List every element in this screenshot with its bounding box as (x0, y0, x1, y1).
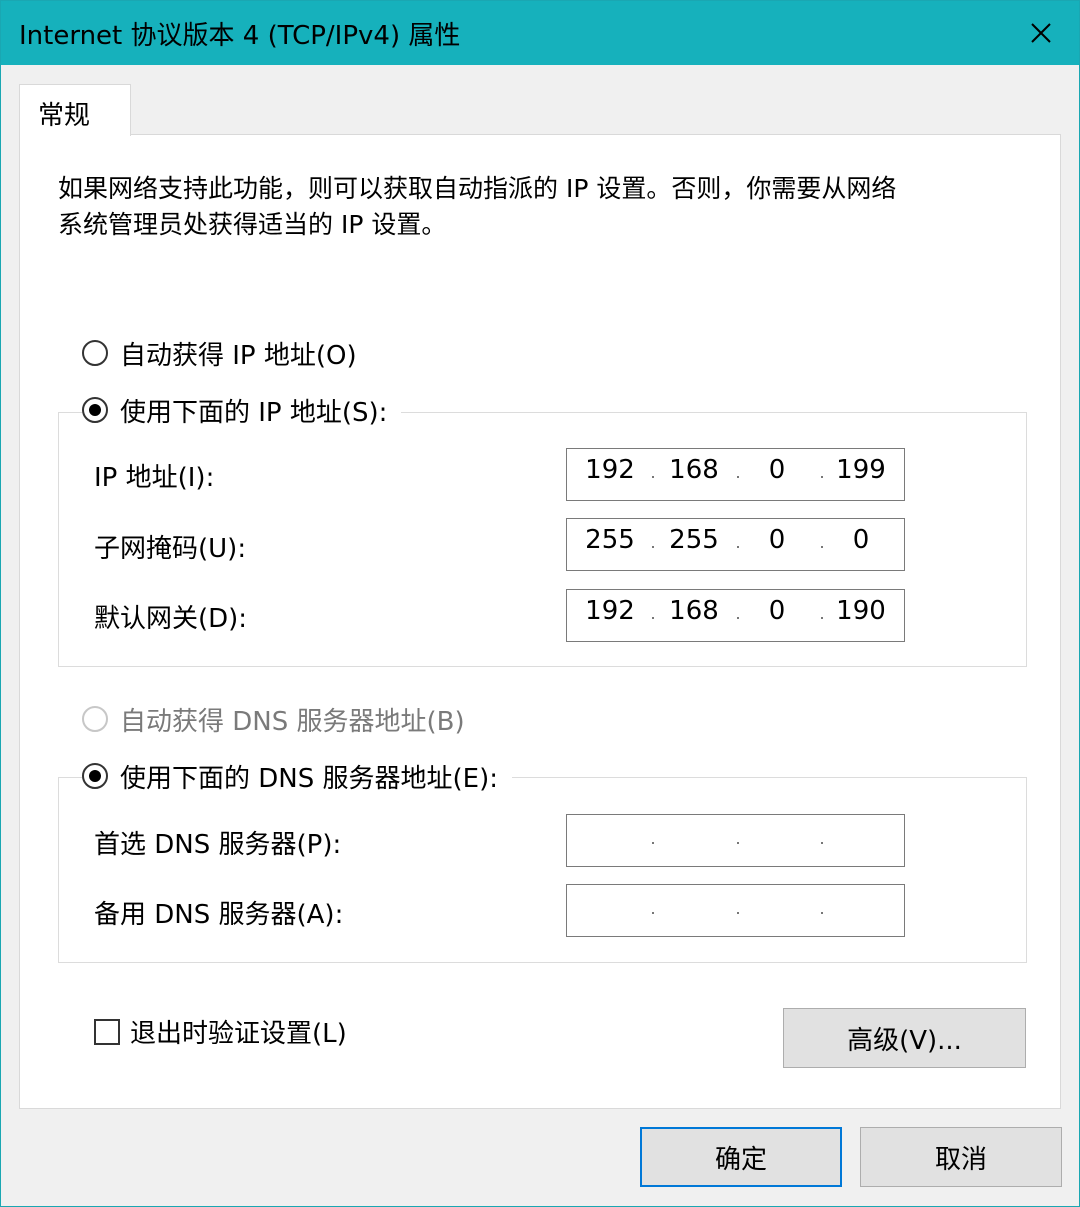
description-line-1: 如果网络支持此功能，则可以获取自动指派的 IP 设置。否则，你需要从网络 (58, 174, 897, 203)
tcpipv4-properties-dialog: Internet 协议版本 4 (TCP/IPv4) 属性 常规 如果网络支持此… (0, 0, 1080, 1207)
tab-general-label: 常规 (38, 101, 91, 131)
title-bar: Internet 协议版本 4 (TCP/IPv4) 属性 (1, 1, 1079, 65)
subnet-mask-field[interactable]: 255 255 0 0 (566, 518, 905, 571)
ip-address-octet-4: 199 (836, 455, 886, 485)
window-title: Internet 协议版本 4 (TCP/IPv4) 属性 (19, 21, 461, 51)
default-gateway-label: 默认网关(D): (94, 604, 248, 634)
manual-ip-label: 使用下面的 IP 地址(S): (120, 397, 388, 428)
auto-dns-label: 自动获得 DNS 服务器地址(B) (120, 706, 465, 737)
default-gateway-octet-3: 0 (768, 596, 786, 626)
octet-separator (821, 546, 823, 548)
subnet-mask-octet-4: 0 (852, 525, 870, 555)
octet-separator (652, 912, 654, 914)
default-gateway-field[interactable]: 192 168 0 190 (566, 589, 905, 642)
auto-dns-radio[interactable] (82, 706, 108, 732)
octet-separator (821, 617, 823, 619)
octet-separator (821, 476, 823, 478)
octet-separator (652, 476, 654, 478)
octet-separator (652, 842, 654, 844)
octet-separator (737, 617, 739, 619)
preferred-dns-field[interactable] (566, 814, 905, 867)
octet-separator (652, 617, 654, 619)
close-button[interactable] (1003, 1, 1079, 65)
auto-ip-label: 自动获得 IP 地址(O) (120, 340, 357, 371)
default-gateway-octet-2: 168 (669, 596, 719, 626)
ip-address-octet-1: 192 (585, 455, 635, 485)
ip-address-octet-2: 168 (669, 455, 719, 485)
alternate-dns-label: 备用 DNS 服务器(A): (94, 900, 344, 930)
octet-separator (652, 546, 654, 548)
manual-ip-radio[interactable] (82, 397, 108, 423)
octet-separator (737, 476, 739, 478)
manual-dns-label: 使用下面的 DNS 服务器地址(E): (120, 763, 498, 794)
manual-ip-option[interactable]: 使用下面的 IP 地址(S): (82, 390, 402, 430)
validate-on-exit-checkbox[interactable] (94, 1018, 120, 1045)
auto-ip-radio[interactable] (82, 340, 108, 366)
default-gateway-octet-4: 190 (836, 596, 886, 626)
tab-general[interactable]: 常规 (19, 84, 131, 136)
validate-on-exit-option[interactable]: 退出时验证设置(L) (94, 1013, 347, 1050)
ip-address-field[interactable]: 192 168 0 199 (566, 448, 905, 501)
preferred-dns-label: 首选 DNS 服务器(P): (94, 830, 342, 860)
general-panel: 如果网络支持此功能，则可以获取自动指派的 IP 设置。否则，你需要从网络 系统管… (19, 134, 1061, 1109)
octet-separator (737, 546, 739, 548)
subnet-mask-label: 子网掩码(U): (94, 534, 247, 564)
ok-button[interactable]: 确定 (640, 1127, 842, 1187)
close-icon (1031, 23, 1051, 43)
octet-separator (737, 912, 739, 914)
alternate-dns-field[interactable] (566, 884, 905, 937)
octet-separator (821, 912, 823, 914)
subnet-mask-octet-2: 255 (669, 525, 719, 555)
subnet-mask-octet-1: 255 (585, 525, 635, 555)
octet-separator (737, 842, 739, 844)
advanced-button[interactable]: 高级(V)... (783, 1008, 1026, 1068)
description-text: 如果网络支持此功能，则可以获取自动指派的 IP 设置。否则，你需要从网络 系统管… (58, 171, 998, 243)
validate-on-exit-label: 退出时验证设置(L) (130, 1019, 347, 1049)
auto-ip-option[interactable]: 自动获得 IP 地址(O) (82, 333, 371, 373)
auto-dns-option[interactable]: 自动获得 DNS 服务器地址(B) (82, 699, 479, 739)
cancel-button[interactable]: 取消 (860, 1127, 1062, 1187)
manual-dns-radio[interactable] (82, 763, 108, 789)
ip-address-octet-3: 0 (768, 455, 786, 485)
manual-dns-option[interactable]: 使用下面的 DNS 服务器地址(E): (82, 756, 512, 796)
ip-address-label: IP 地址(I): (94, 463, 215, 493)
default-gateway-octet-1: 192 (585, 596, 635, 626)
octet-separator (821, 842, 823, 844)
subnet-mask-octet-3: 0 (768, 525, 786, 555)
description-line-2: 系统管理员处获得适当的 IP 设置。 (58, 210, 447, 239)
